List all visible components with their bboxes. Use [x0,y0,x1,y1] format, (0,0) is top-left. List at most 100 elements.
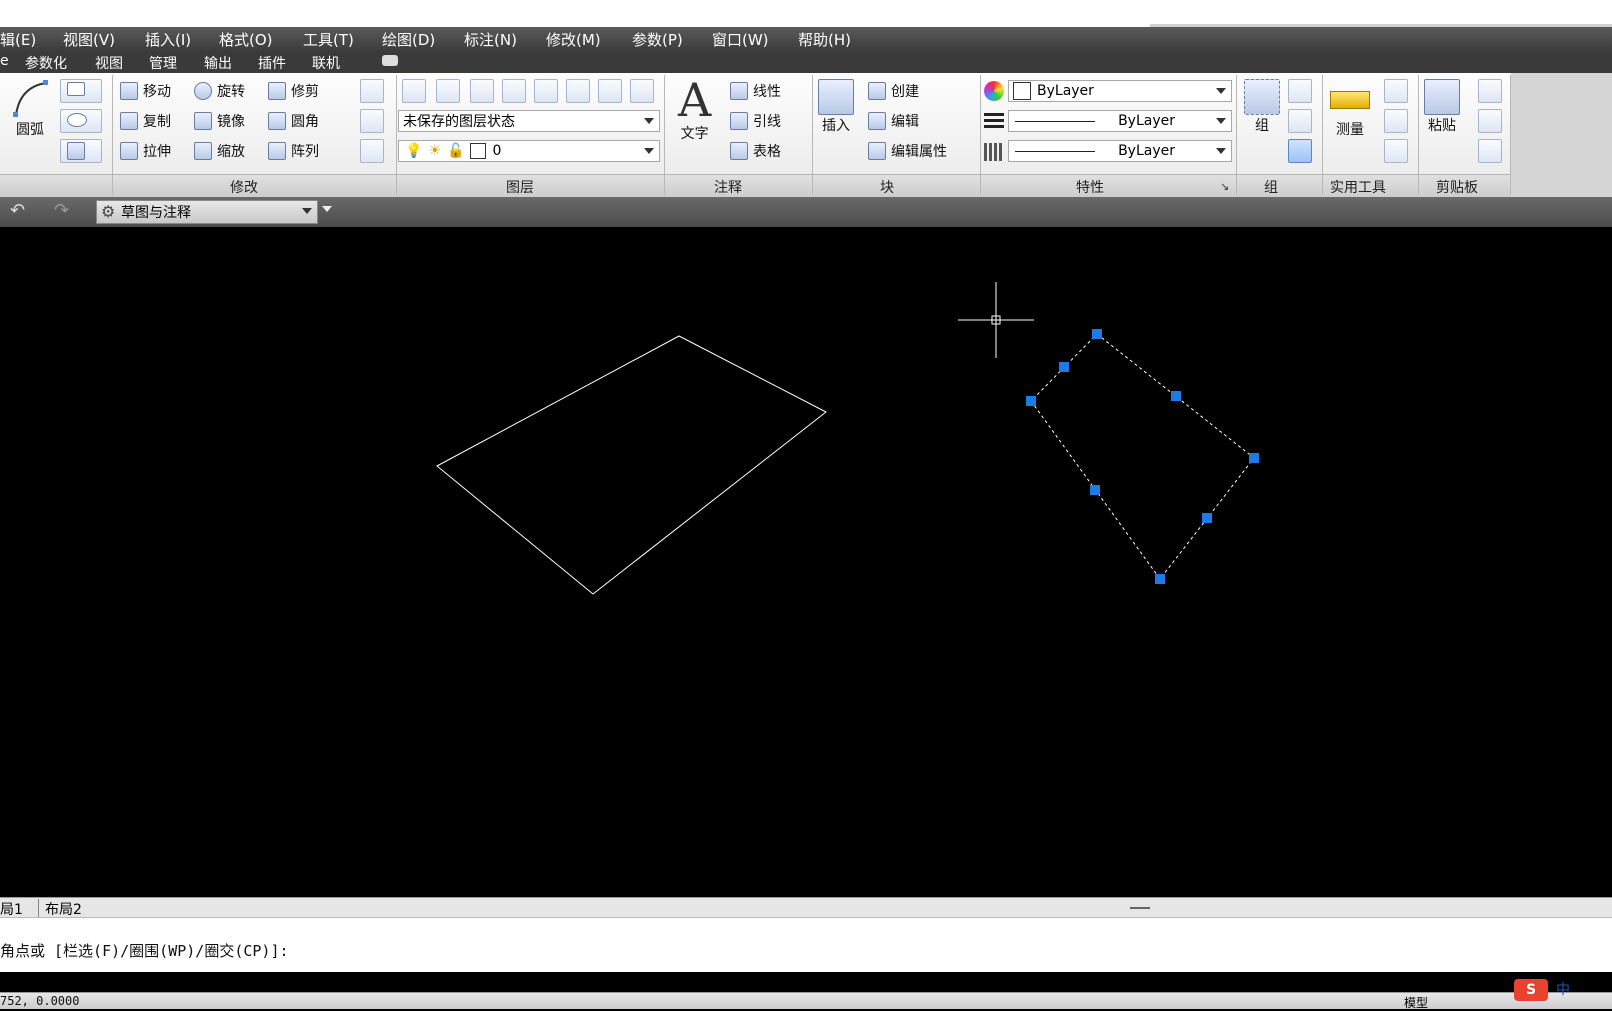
layout-tab-1[interactable]: 局1 [0,899,23,919]
array-button[interactable]: 阵列 [268,141,319,161]
utilities-panel-title[interactable]: 实用工具 [1330,177,1386,197]
grip-handle[interactable] [1202,513,1212,523]
layer-state-dropdown[interactable]: 未保存的图层状态 [398,110,660,132]
layers-panel-title[interactable]: 图层 [506,177,534,197]
cut-button[interactable] [1478,79,1502,103]
command-line[interactable]: 角点或 [栏选(F)/圈围(WP)/圈交(CP)]: [0,917,1612,972]
menu-dimension[interactable]: 标注(N) [464,29,517,50]
leader-button[interactable]: 引线 [730,111,781,131]
layer-previous-button[interactable] [566,79,590,103]
arc-button[interactable]: 圆弧 [10,79,50,139]
stretch-button[interactable]: 拉伸 [120,141,171,161]
mirror-button[interactable]: 镜像 [194,111,245,131]
group-panel-title[interactable]: 组 [1264,177,1278,197]
text-button[interactable]: A 文字 [678,77,711,143]
measure-button[interactable]: 测量 [1330,83,1370,139]
menu-edit[interactable]: 辑(E) [0,29,36,50]
menu-view[interactable]: 视图(V) [63,29,115,50]
insert-block-button[interactable]: 插入 [818,79,854,135]
erase-button[interactable] [360,79,384,103]
menu-format[interactable]: 格式(O) [219,29,273,50]
tab-view[interactable]: 视图 [95,53,123,73]
trim-button[interactable]: 修剪 [268,81,319,101]
linetype-dropdown[interactable]: ByLayer [1008,140,1232,162]
group-edit-button[interactable] [1288,109,1312,133]
menu-draw[interactable]: 绘图(D) [382,29,435,50]
menu-modify[interactable]: 修改(M) [546,29,601,50]
clipboard-panel-title[interactable]: 剪贴板 [1436,177,1478,197]
ime-mode-label[interactable]: 中 [1556,979,1570,999]
paste-button[interactable]: 粘贴 [1424,79,1460,135]
fillet-button[interactable]: 圆角 [268,111,319,131]
group-button[interactable]: 组 [1244,79,1280,135]
copy-clip-button[interactable] [1478,109,1502,133]
ime-logo-icon[interactable]: S [1514,979,1548,1001]
explode-button[interactable] [360,109,384,133]
grip-handle[interactable] [1155,574,1165,584]
menu-window[interactable]: 窗口(W) [712,29,769,50]
lineweight-dropdown[interactable]: ByLayer [1008,110,1232,132]
move-button[interactable]: 移动 [120,81,171,101]
grip-handle[interactable] [1026,396,1036,406]
redo-icon[interactable]: ↷ [54,200,69,221]
annotation-panel-title[interactable]: 注释 [714,177,742,197]
scroll-handle[interactable] [1130,907,1150,909]
grip-handle[interactable] [1092,329,1102,339]
layer-unisolate-button[interactable] [502,79,526,103]
rectangle-button[interactable] [60,79,102,103]
ellipse-button[interactable] [60,109,102,133]
quick-select-button[interactable] [1384,79,1408,103]
modify-panel-title[interactable]: 修改 [230,177,258,197]
calculator-button[interactable] [1384,139,1408,163]
offset-button[interactable] [360,139,384,163]
hatch-button[interactable] [60,139,102,163]
layer-iso-button[interactable] [470,79,494,103]
scale-button[interactable]: 缩放 [194,141,245,161]
rotate-button[interactable]: 旋转 [194,81,245,101]
tab-parametric[interactable]: 参数化 [25,53,67,73]
create-block-button[interactable]: 创建 [868,81,919,101]
properties-panel-title[interactable]: 特性 [1076,177,1104,197]
ellipse-icon [67,113,87,127]
table-button[interactable]: 表格 [730,141,781,161]
model-space-label[interactable]: 模型 [1404,994,1428,1011]
tab-output[interactable]: 输出 [204,53,232,73]
menu-help[interactable]: 帮助(H) [798,29,851,50]
ungroup-button[interactable] [1288,79,1312,103]
copy-button[interactable]: 复制 [120,111,171,131]
undo-icon[interactable]: ↶ [10,200,25,221]
tab-plugins[interactable]: 插件 [258,53,286,73]
layer-properties-button[interactable] [402,79,426,103]
tab-minimize-icon[interactable] [382,55,398,66]
workspace-dropdown[interactable]: ⚙ 草图与注释 [96,200,318,224]
edit-block-button[interactable]: 编辑 [868,111,919,131]
tab-manage[interactable]: 管理 [149,53,177,73]
layer-state-button[interactable] [436,79,460,103]
edit-attributes-button[interactable]: 编辑属性 [868,141,947,161]
layer-freeze-button[interactable] [598,79,622,103]
match-properties-button[interactable] [1478,139,1502,163]
tab-online[interactable]: 联机 [312,53,340,73]
tab-home[interactable]: e [0,53,9,69]
select-all-button[interactable] [1384,109,1408,133]
quadrilateral-shape[interactable] [436,335,827,595]
color-dropdown[interactable]: ByLayer [1008,80,1232,102]
properties-launcher-icon[interactable]: ↘ [1220,180,1229,193]
menu-parametric[interactable]: 参数(P) [632,29,683,50]
layout-tab-2[interactable]: 布局2 [38,899,88,919]
linear-dim-button[interactable]: 线性 [730,81,781,101]
grip-handle[interactable] [1249,453,1259,463]
layer-match-button[interactable] [534,79,558,103]
grip-handle[interactable] [1171,391,1181,401]
layer-off-button[interactable] [630,79,654,103]
group-selection-toggle[interactable] [1288,139,1312,163]
grip-handle[interactable] [1090,485,1100,495]
block-panel-title[interactable]: 块 [880,177,894,197]
menu-tools[interactable]: 工具(T) [303,29,354,50]
drawing-canvas[interactable] [0,231,1612,897]
layer-dropdown[interactable]: 💡 ☀ 🔓 0 [398,140,660,162]
qat-customize-icon[interactable] [322,206,332,212]
menu-insert[interactable]: 插入(I) [145,29,191,50]
arc-icon [13,80,48,117]
grip-handle[interactable] [1059,362,1069,372]
